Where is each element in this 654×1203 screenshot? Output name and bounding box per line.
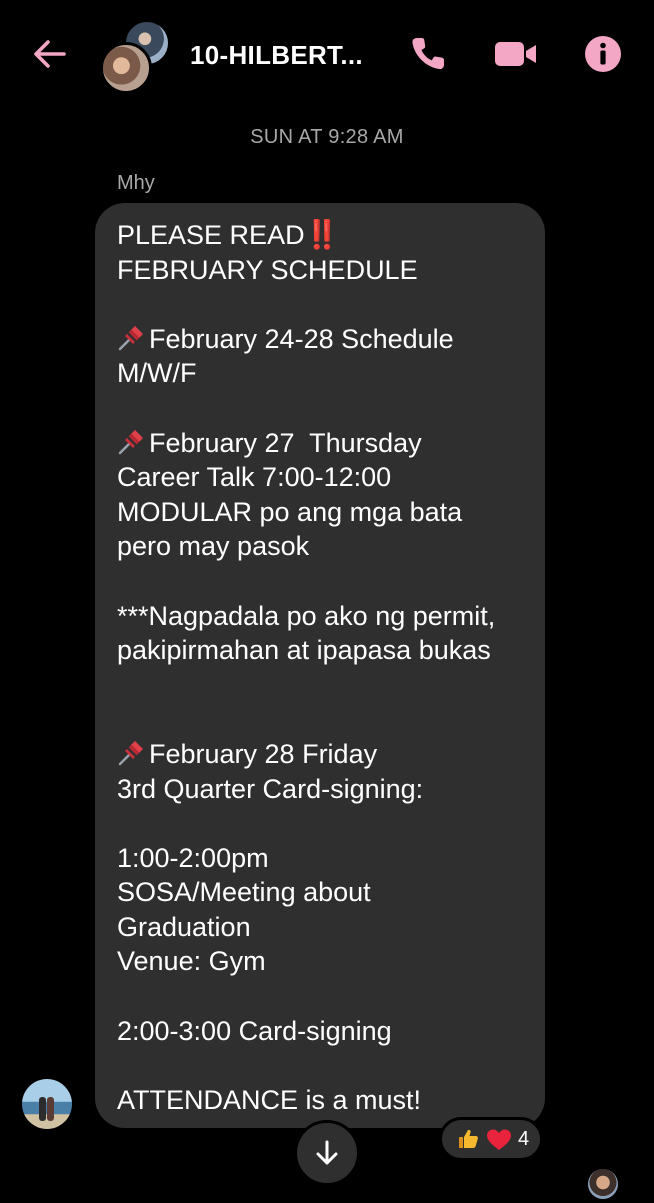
arrow-down-icon xyxy=(316,1140,338,1165)
message-line-text: 3rd Quarter Card-signing: xyxy=(117,773,424,804)
scroll-to-bottom-button[interactable] xyxy=(294,1120,360,1186)
info-icon xyxy=(585,36,621,72)
double-exclamation-icon: ‼️ xyxy=(304,218,340,251)
message-line-text: February 28 Friday xyxy=(149,738,378,769)
message-line: PLEASE READ‼️ xyxy=(117,218,537,253)
message-line xyxy=(117,391,537,426)
message-line-text: M/W/F xyxy=(117,358,197,389)
message-line: Venue: Gym xyxy=(117,944,537,979)
message-line xyxy=(117,668,537,703)
message-line: MODULAR po ang mga bata xyxy=(117,495,537,530)
reaction-count: 4 xyxy=(518,1128,530,1150)
message-line-text: ***Nagpadala po ako ng permit, xyxy=(117,600,496,631)
thumbs-up-icon xyxy=(459,1129,478,1148)
message-line: 2:00-3:00 Card-signing xyxy=(117,1014,537,1049)
message-line-text: pero may pasok xyxy=(117,531,310,562)
message-line: ***Nagpadala po ako ng permit, xyxy=(117,599,537,634)
video-call-button[interactable] xyxy=(494,34,538,74)
pushpin-icon xyxy=(118,740,143,766)
message-line-text: SOSA/Meeting about xyxy=(117,877,371,908)
message-line: M/W/F xyxy=(117,356,537,391)
message-line-text: FEBRUARY SCHEDULE xyxy=(117,254,418,285)
message-line xyxy=(117,979,537,1014)
arrow-left-icon xyxy=(34,40,66,68)
message-line: 1:00-2:00pm xyxy=(117,841,537,876)
chat-header: 10-HILBERT... xyxy=(0,0,654,110)
sender-avatar[interactable] xyxy=(22,1079,72,1129)
message-timestamp: SUN AT 9:28 AM xyxy=(250,126,404,148)
message-line-text: MODULAR po ang mga bata xyxy=(117,496,463,527)
video-camera-icon xyxy=(495,42,536,66)
message-line: SOSA/Meeting about xyxy=(117,875,537,910)
call-button[interactable] xyxy=(408,34,452,74)
message-line: Graduation xyxy=(117,910,537,945)
sender-name: Mhy xyxy=(117,172,155,194)
message-line xyxy=(117,806,537,841)
message-line-text: pakipirmahan at ipapasa bukas xyxy=(117,635,491,666)
message-line-text: Graduation xyxy=(117,911,251,942)
message-line: 3rd Quarter Card-signing: xyxy=(117,772,537,807)
info-button[interactable] xyxy=(582,34,626,74)
pushpin-icon xyxy=(118,325,143,350)
message-line-text: February 24-28 Schedule xyxy=(149,323,454,354)
phone-icon xyxy=(412,38,444,70)
message-line-text: ATTENDANCE is a must! xyxy=(117,1084,422,1115)
message-line: pero may pasok xyxy=(117,529,537,564)
message-line: February 27 Thursday xyxy=(117,426,537,461)
message-line: February 24-28 Schedule xyxy=(117,322,537,357)
message-line xyxy=(117,1048,537,1083)
pushpin-icon xyxy=(118,429,143,454)
message-line: ATTENDANCE is a must! xyxy=(117,1083,537,1118)
message-line: FEBRUARY SCHEDULE xyxy=(117,253,537,288)
message-line-text: Venue: Gym xyxy=(117,946,266,977)
message-line-text: 2:00-3:00 Card-signing xyxy=(117,1015,392,1046)
back-button[interactable] xyxy=(30,34,70,74)
message-line-text: Career Talk 7:00-12:00 xyxy=(117,462,392,493)
message-line-text: PLEASE READ xyxy=(117,220,305,250)
chat-title[interactable]: 10-HILBERT... xyxy=(190,40,363,71)
message-line xyxy=(117,702,537,737)
read-receipt-avatar xyxy=(588,1169,618,1199)
message-line: Career Talk 7:00-12:00 xyxy=(117,460,537,495)
red-heart-icon xyxy=(487,1129,511,1150)
member-avatar xyxy=(100,42,152,94)
message-line: February 28 Friday xyxy=(117,737,537,772)
message-reactions[interactable]: 4 xyxy=(439,1117,543,1161)
message-line xyxy=(117,287,537,322)
group-avatar[interactable] xyxy=(100,20,170,94)
message-text: PLEASE READ‼️ FEBRUARY SCHEDULE February 2… xyxy=(117,218,537,1117)
message-line-text: 1:00-2:00pm xyxy=(117,842,269,873)
message-line xyxy=(117,564,537,599)
message-line-text: February 27 Thursday xyxy=(149,427,422,458)
message-line: pakipirmahan at ipapasa bukas xyxy=(117,633,537,668)
